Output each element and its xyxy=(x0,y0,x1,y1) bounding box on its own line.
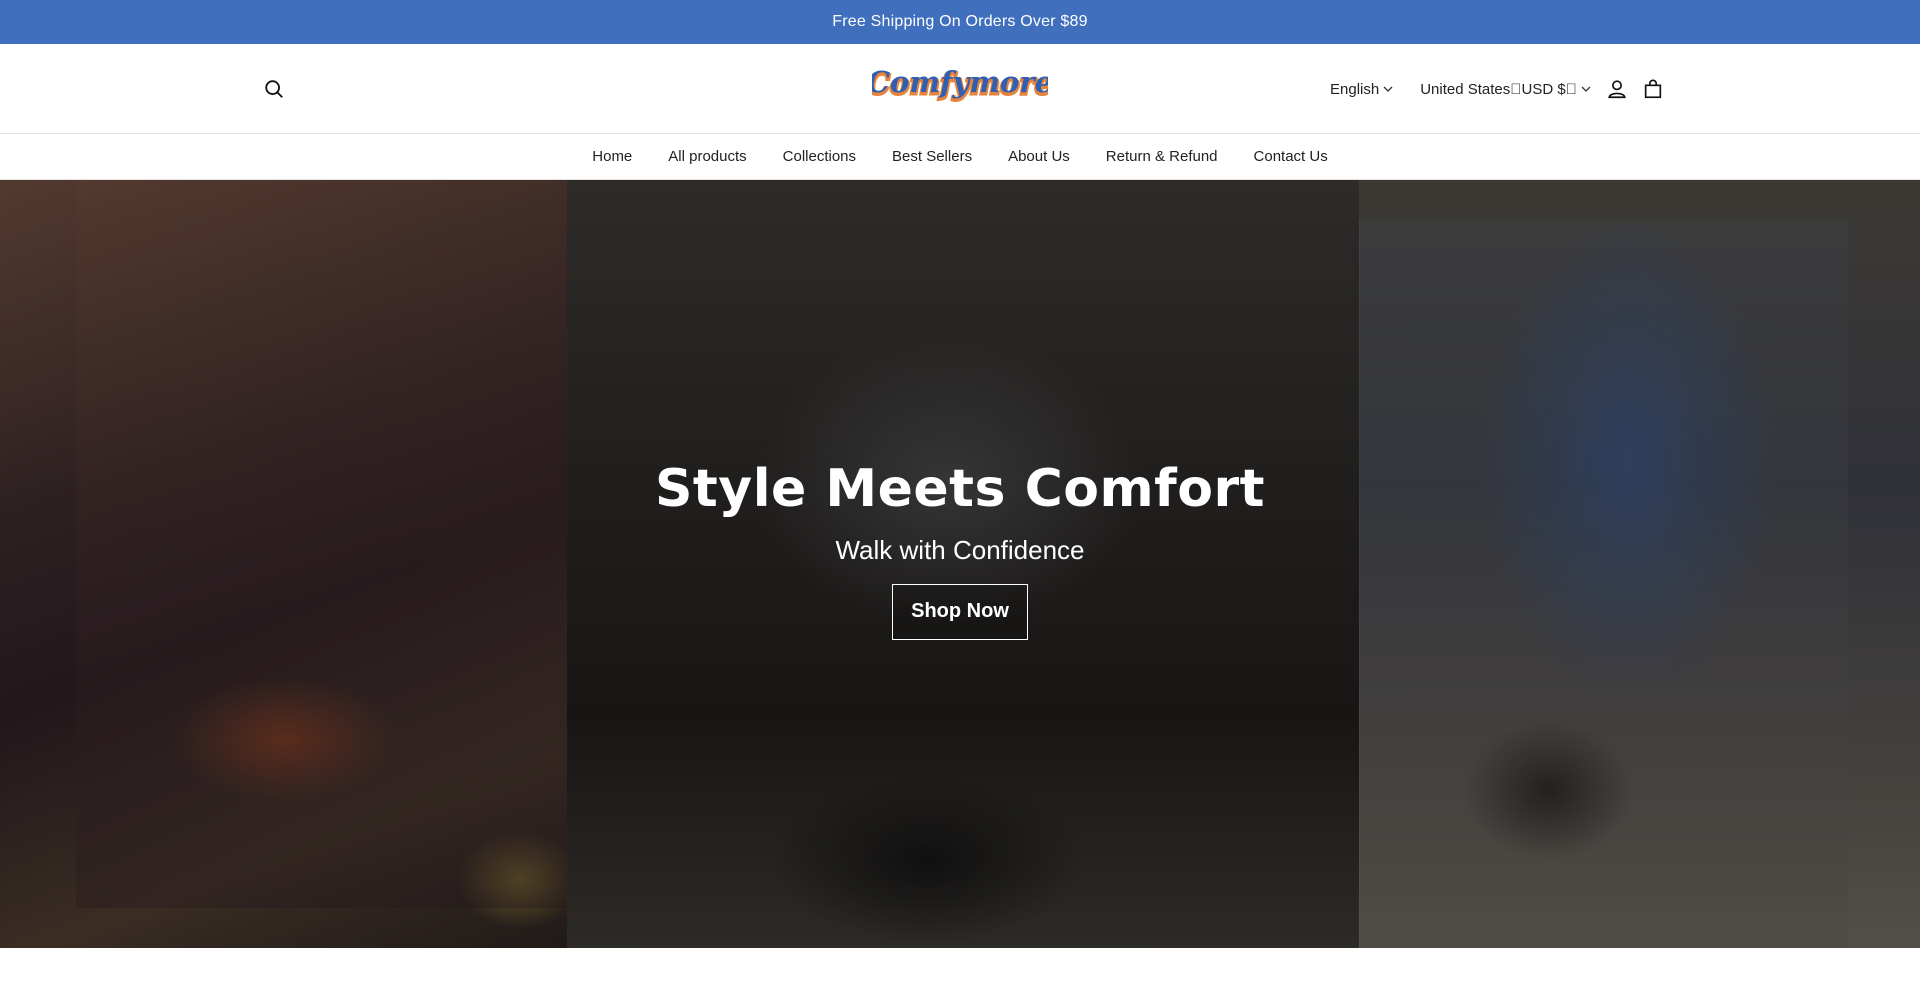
chevron-down-icon xyxy=(1382,83,1394,95)
shop-now-button[interactable]: Shop Now xyxy=(892,583,1028,640)
user-icon xyxy=(1608,80,1626,99)
language-label: English xyxy=(1330,80,1380,98)
nav-item-best-sellers[interactable]: Best Sellers xyxy=(892,148,972,165)
hero-title: Style Meets Comfort xyxy=(654,458,1265,519)
country-currency-selector[interactable]: United States USD $  xyxy=(1420,81,1592,98)
nav-item-return-refund[interactable]: Return & Refund xyxy=(1106,148,1218,165)
site-header: Comfymore Comfymore English United State… xyxy=(0,44,1920,134)
hero-content: Style Meets Comfort Walk with Confidence… xyxy=(0,180,1920,948)
hero-subtitle: Walk with Confidence xyxy=(835,534,1085,565)
comfymore-logo: Comfymore Comfymore xyxy=(872,65,1048,103)
nav-item-about-us[interactable]: About Us xyxy=(1008,148,1070,165)
chevron-down-icon xyxy=(1580,83,1592,95)
nav-item-contact-us[interactable]: Contact Us xyxy=(1254,148,1328,165)
account-button[interactable] xyxy=(1604,76,1630,102)
hero-banner: Style Meets Comfort Walk with Confidence… xyxy=(0,180,1920,948)
announcement-bar: Free Shipping On Orders Over $89 xyxy=(0,0,1920,44)
language-selector[interactable]: English xyxy=(1330,81,1394,98)
header-utilities: English United States USD $  xyxy=(1330,74,1666,104)
nav-item-all-products[interactable]: All products xyxy=(668,148,746,165)
cart-button[interactable] xyxy=(1640,76,1666,102)
search-button[interactable] xyxy=(262,77,286,101)
shopping-bag-icon xyxy=(1644,79,1662,99)
currency-label: United States USD $  xyxy=(1420,80,1577,98)
nav-item-home[interactable]: Home xyxy=(592,148,632,165)
svg-text:Comfymore: Comfymore xyxy=(872,65,1048,99)
search-icon xyxy=(265,80,283,98)
main-navigation: Home All products Collections Best Selle… xyxy=(0,134,1920,180)
site-logo[interactable]: Comfymore Comfymore xyxy=(872,64,1048,110)
announcement-text: Free Shipping On Orders Over $89 xyxy=(832,13,1088,30)
nav-item-collections[interactable]: Collections xyxy=(783,148,856,165)
